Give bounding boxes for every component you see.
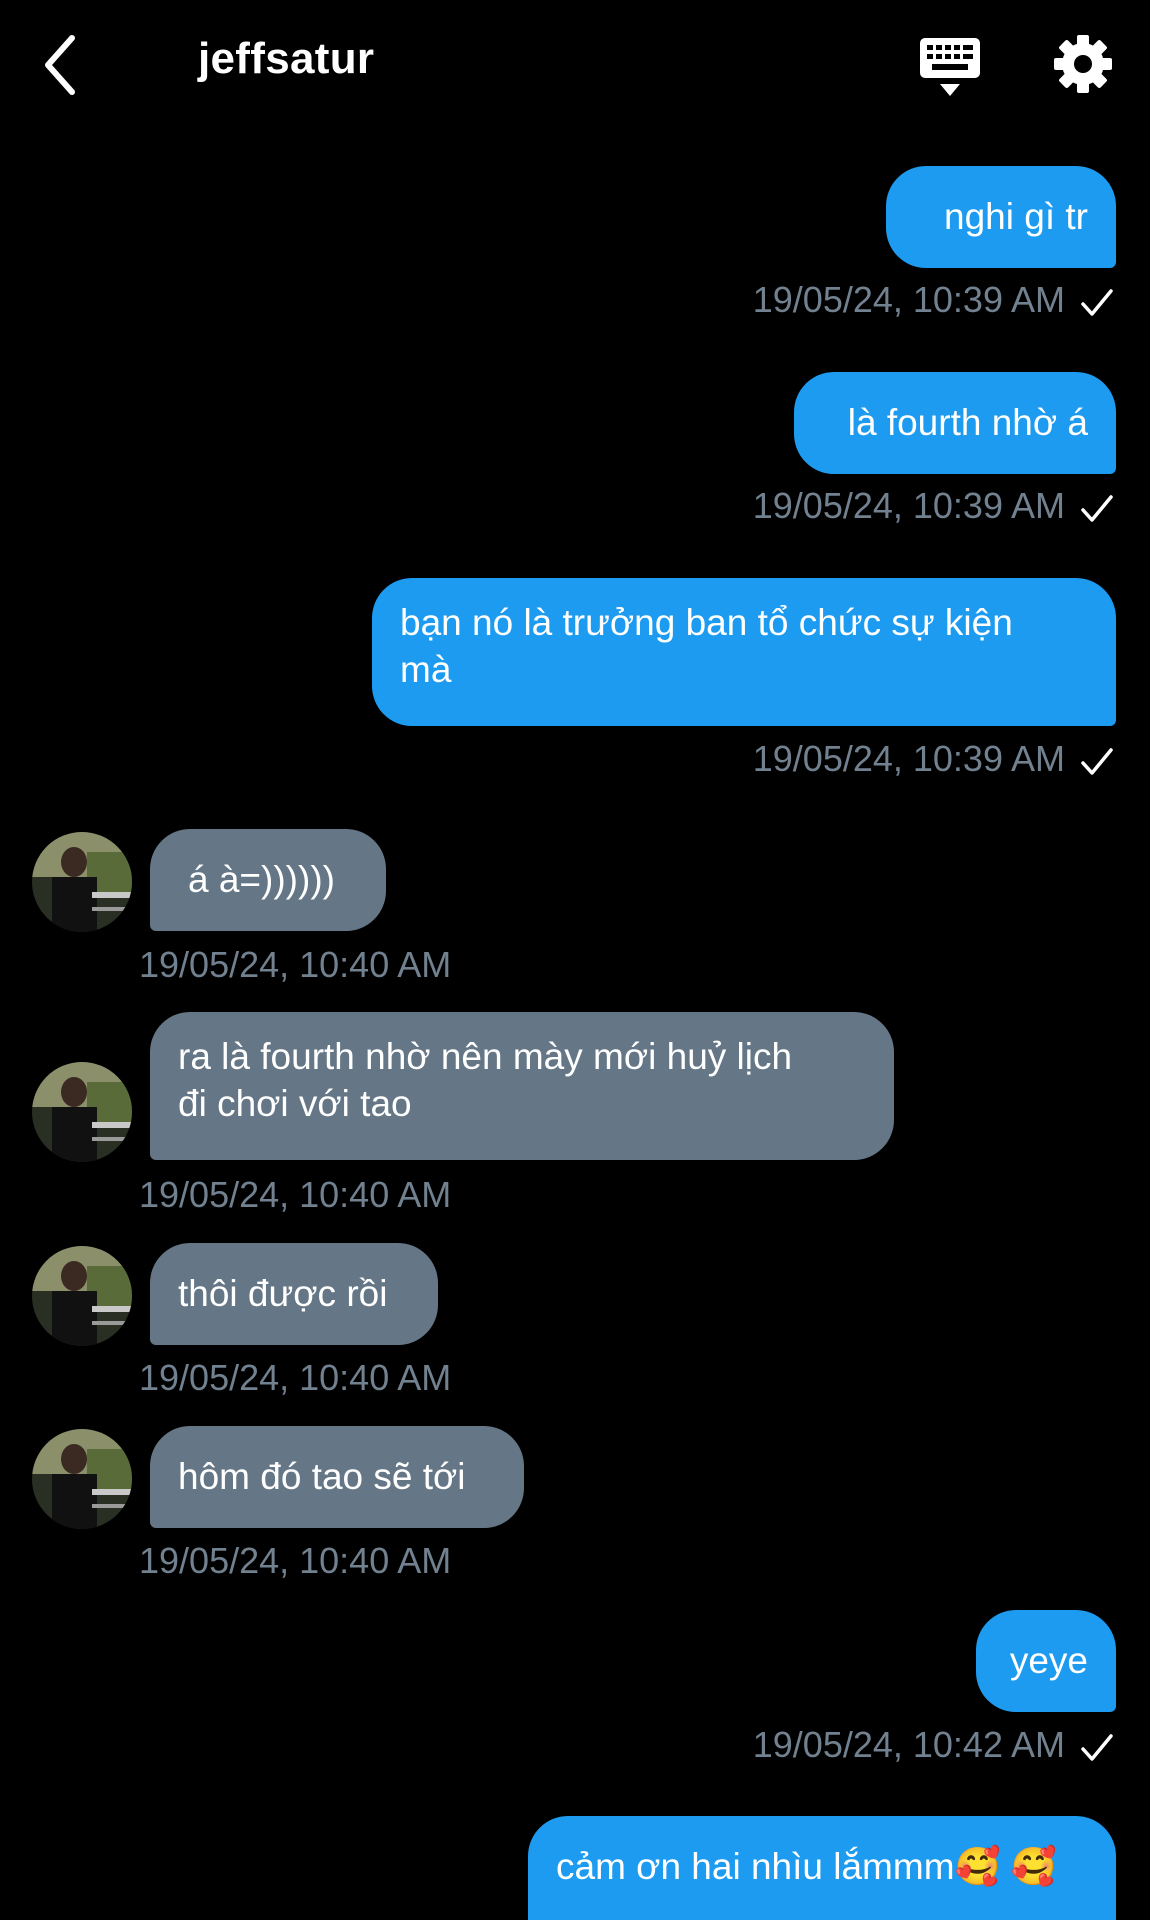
avatar[interactable] [32, 1429, 132, 1529]
keyboard-icon [920, 38, 980, 96]
message-timestamp: 19/05/24, 10:39 AM [752, 279, 1065, 320]
message-bubble-received[interactable]: á à=)))))) [150, 829, 386, 931]
message-text: là fourth nhờ á [847, 402, 1088, 443]
message-timestamp: 19/05/24, 10:40 AM [139, 1540, 452, 1581]
message-timestamp: 19/05/24, 10:39 AM [752, 485, 1065, 526]
message-text-line: bạn nó là trưởng ban tổ chức sự kiện [400, 602, 1013, 643]
gear-icon [1054, 35, 1112, 93]
message-timestamp: 19/05/24, 10:40 AM [139, 944, 452, 985]
message-text-line: ra là fourth nhờ nên mày mới huỷ lịch [178, 1036, 793, 1077]
chat-header: jeffsatur [0, 0, 1150, 130]
message-text: cảm ơn hai nhìu lắmmm🥰 🥰 [556, 1846, 1057, 1887]
message-timestamp: 19/05/24, 10:40 AM [139, 1357, 452, 1398]
message-bubble-sent[interactable]: bạn nó là trưởng ban tổ chức sự kiện mà [372, 578, 1116, 726]
avatar[interactable] [32, 1246, 132, 1346]
avatar-image [32, 1062, 132, 1162]
message-timestamp: 19/05/24, 10:40 AM [139, 1174, 452, 1215]
message-timestamp: 19/05/24, 10:39 AM [752, 738, 1065, 779]
message-text: thôi được rồi [178, 1273, 388, 1314]
message-text: á à=)))))) [188, 859, 335, 900]
message-bubble-sent[interactable]: là fourth nhờ á [794, 372, 1116, 474]
settings-button[interactable] [1052, 33, 1114, 95]
message-bubble-received[interactable]: thôi được rồi [150, 1243, 438, 1345]
message-bubble-sent[interactable]: nghi gì tr [886, 166, 1116, 268]
message-text: nghi gì tr [944, 196, 1088, 237]
checkmark-icon [1081, 1734, 1113, 1761]
message-bubble-received[interactable]: ra là fourth nhờ nên mày mới huỷ lịch đi… [150, 1012, 894, 1160]
avatar-image [32, 1429, 132, 1529]
avatar-image [32, 832, 132, 932]
checkmark-icon [1081, 495, 1113, 522]
message-bubble-sent[interactable]: cảm ơn hai nhìu lắmmm🥰 🥰 [528, 1816, 1116, 1920]
message-text: hôm đó tao sẽ tới [178, 1456, 466, 1497]
avatar[interactable] [32, 1062, 132, 1162]
back-button[interactable] [38, 30, 88, 100]
avatar[interactable] [32, 832, 132, 932]
keyboard-button[interactable] [918, 36, 982, 98]
avatar-image [32, 1246, 132, 1346]
message-timestamp: 19/05/24, 10:42 AM [752, 1724, 1065, 1765]
chat-title: jeffsatur [198, 34, 375, 83]
message-bubble-received[interactable]: hôm đó tao sẽ tới [150, 1426, 524, 1528]
checkmark-icon [1081, 748, 1113, 775]
message-text-line: đi chơi với tao [178, 1083, 412, 1124]
message-bubble-sent[interactable]: yeye [976, 1610, 1116, 1712]
chevron-left-icon [45, 35, 75, 95]
message-text: yeye [1009, 1640, 1088, 1681]
checkmark-icon [1081, 289, 1113, 316]
message-text-line: mà [400, 649, 452, 690]
